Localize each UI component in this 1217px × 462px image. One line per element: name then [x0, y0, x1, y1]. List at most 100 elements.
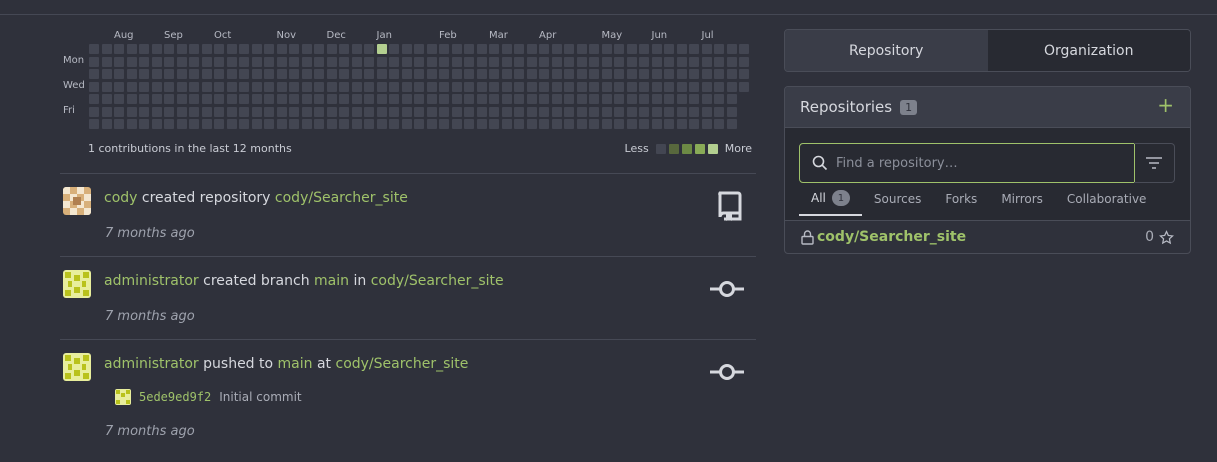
avatar[interactable]	[63, 353, 91, 381]
heatmap-cell	[264, 119, 274, 129]
heatmap-cell	[439, 56, 449, 67]
heatmap-cell	[101, 69, 112, 79]
heatmap-cell	[376, 81, 387, 92]
tab-collaborative[interactable]: Collaborative	[1055, 190, 1159, 216]
heatmap-day-label: Fri	[63, 104, 75, 116]
heatmap-cell	[676, 94, 687, 104]
tab-repository[interactable]: Repository	[785, 30, 988, 71]
feed-item: cody created repository cody/Searcher_si…	[60, 173, 756, 256]
heatmap-cell	[589, 69, 599, 79]
heatmap-cell	[526, 69, 537, 79]
heatmap-cell	[514, 94, 524, 104]
avatar[interactable]	[63, 270, 91, 298]
tab-mirrors[interactable]: Mirrors	[989, 190, 1055, 216]
heatmap-cell	[614, 94, 624, 104]
heatmap-legend: Less More	[625, 142, 752, 155]
branch-link[interactable]: main	[314, 273, 349, 289]
heatmap-cell	[426, 69, 437, 79]
heatmap-cell	[139, 119, 149, 129]
heatmap-cell	[501, 106, 512, 117]
heatmap-cell	[589, 119, 599, 129]
heatmap-cell	[289, 81, 299, 92]
heatmap-cell	[239, 56, 249, 67]
legend-less: Less	[624, 142, 649, 155]
user-link[interactable]: administrator	[104, 356, 199, 372]
heatmap-cell	[301, 69, 312, 79]
heatmap-cell	[651, 44, 662, 54]
heatmap-cell	[251, 106, 262, 117]
heatmap-cell	[251, 69, 262, 79]
heatmap-cell	[289, 106, 299, 117]
heatmap-cell	[464, 69, 474, 79]
heatmap-cell	[489, 119, 499, 129]
heatmap-cell	[501, 81, 512, 92]
heatmap-cell	[276, 69, 287, 79]
repo-search-input[interactable]	[834, 154, 1118, 172]
heatmap-cell	[126, 56, 137, 67]
heatmap-cell	[714, 119, 724, 129]
heatmap-cell	[326, 69, 337, 79]
heatmap-cell	[251, 56, 262, 67]
heatmap-cell	[476, 69, 487, 79]
heatmap-cell	[726, 106, 737, 117]
heatmap-cell	[714, 69, 724, 79]
heatmap-cell	[689, 69, 699, 79]
heatmap-cell	[514, 69, 524, 79]
user-link[interactable]: cody	[104, 190, 137, 206]
heatmap-cell	[101, 106, 112, 117]
heatmap-cell	[251, 119, 262, 129]
heatmap-cell	[176, 81, 187, 92]
heatmap-cell	[639, 119, 649, 129]
heatmap-cell	[651, 94, 662, 104]
heatmap-cell	[564, 44, 574, 54]
heatmap-cell	[389, 69, 399, 79]
heatmap-cell	[301, 81, 312, 92]
heatmap-cell	[439, 106, 449, 117]
avatar[interactable]	[63, 187, 91, 215]
heatmap-cell	[201, 81, 212, 92]
tab-organization[interactable]: Organization	[987, 30, 1190, 71]
heatmap-cell	[239, 119, 249, 129]
contribution-summary: 1 contributions in the last 12 months	[88, 142, 292, 155]
heatmap-cell	[126, 69, 137, 79]
heatmap-cell	[314, 94, 324, 104]
heatmap-cell	[451, 56, 462, 67]
heatmap-month-label: Mar	[489, 30, 508, 41]
heatmap-cell	[589, 56, 599, 67]
heatmap-cell	[564, 119, 574, 129]
heatmap-cell	[276, 81, 287, 92]
action-text: pushed to	[203, 356, 274, 372]
heatmap-cell	[489, 81, 499, 92]
contribution-heatmap: Aug Sep Oct Nov Dec Jan Feb Mar Apr May Jun Jul Mon…	[60, 28, 760, 160]
add-repository-button[interactable]: +	[1157, 93, 1174, 117]
heatmap-cell	[389, 81, 399, 92]
heatmap-cell	[476, 56, 487, 67]
heatmap-cell	[701, 106, 712, 117]
heatmap-cell	[626, 106, 637, 117]
heatmap-cell	[126, 81, 137, 92]
repo-name-link[interactable]: cody/Searcher_site	[817, 229, 966, 245]
tab-forks[interactable]: Forks	[933, 190, 989, 216]
heatmap-cell	[451, 106, 462, 117]
filter-button[interactable]	[1134, 143, 1175, 183]
heatmap-cell	[464, 119, 474, 129]
heatmap-cell	[351, 44, 362, 54]
star-count: 0	[1145, 229, 1154, 245]
repo-link[interactable]: cody/Searcher_site	[336, 356, 469, 372]
user-link[interactable]: administrator	[104, 273, 199, 289]
repo-link[interactable]: cody/Searcher_site	[371, 273, 504, 289]
repo-link[interactable]: cody/Searcher_site	[275, 190, 408, 206]
heatmap-cell	[676, 106, 687, 117]
heatmap-cell	[426, 56, 437, 67]
tab-sources[interactable]: Sources	[862, 190, 933, 216]
heatmap-cell	[214, 106, 224, 117]
tab-all[interactable]: All 1	[799, 190, 862, 216]
branch-link[interactable]: main	[278, 356, 313, 372]
heatmap-month-label: May	[601, 30, 623, 41]
heatmap-cell	[726, 69, 737, 79]
heatmap-cell	[364, 69, 374, 79]
commit-sha-link[interactable]: 5ede9ed9f2	[139, 390, 211, 404]
heatmap-cell	[376, 94, 387, 104]
repo-stars[interactable]: 0	[1145, 229, 1174, 245]
heatmap-cell	[626, 69, 637, 79]
